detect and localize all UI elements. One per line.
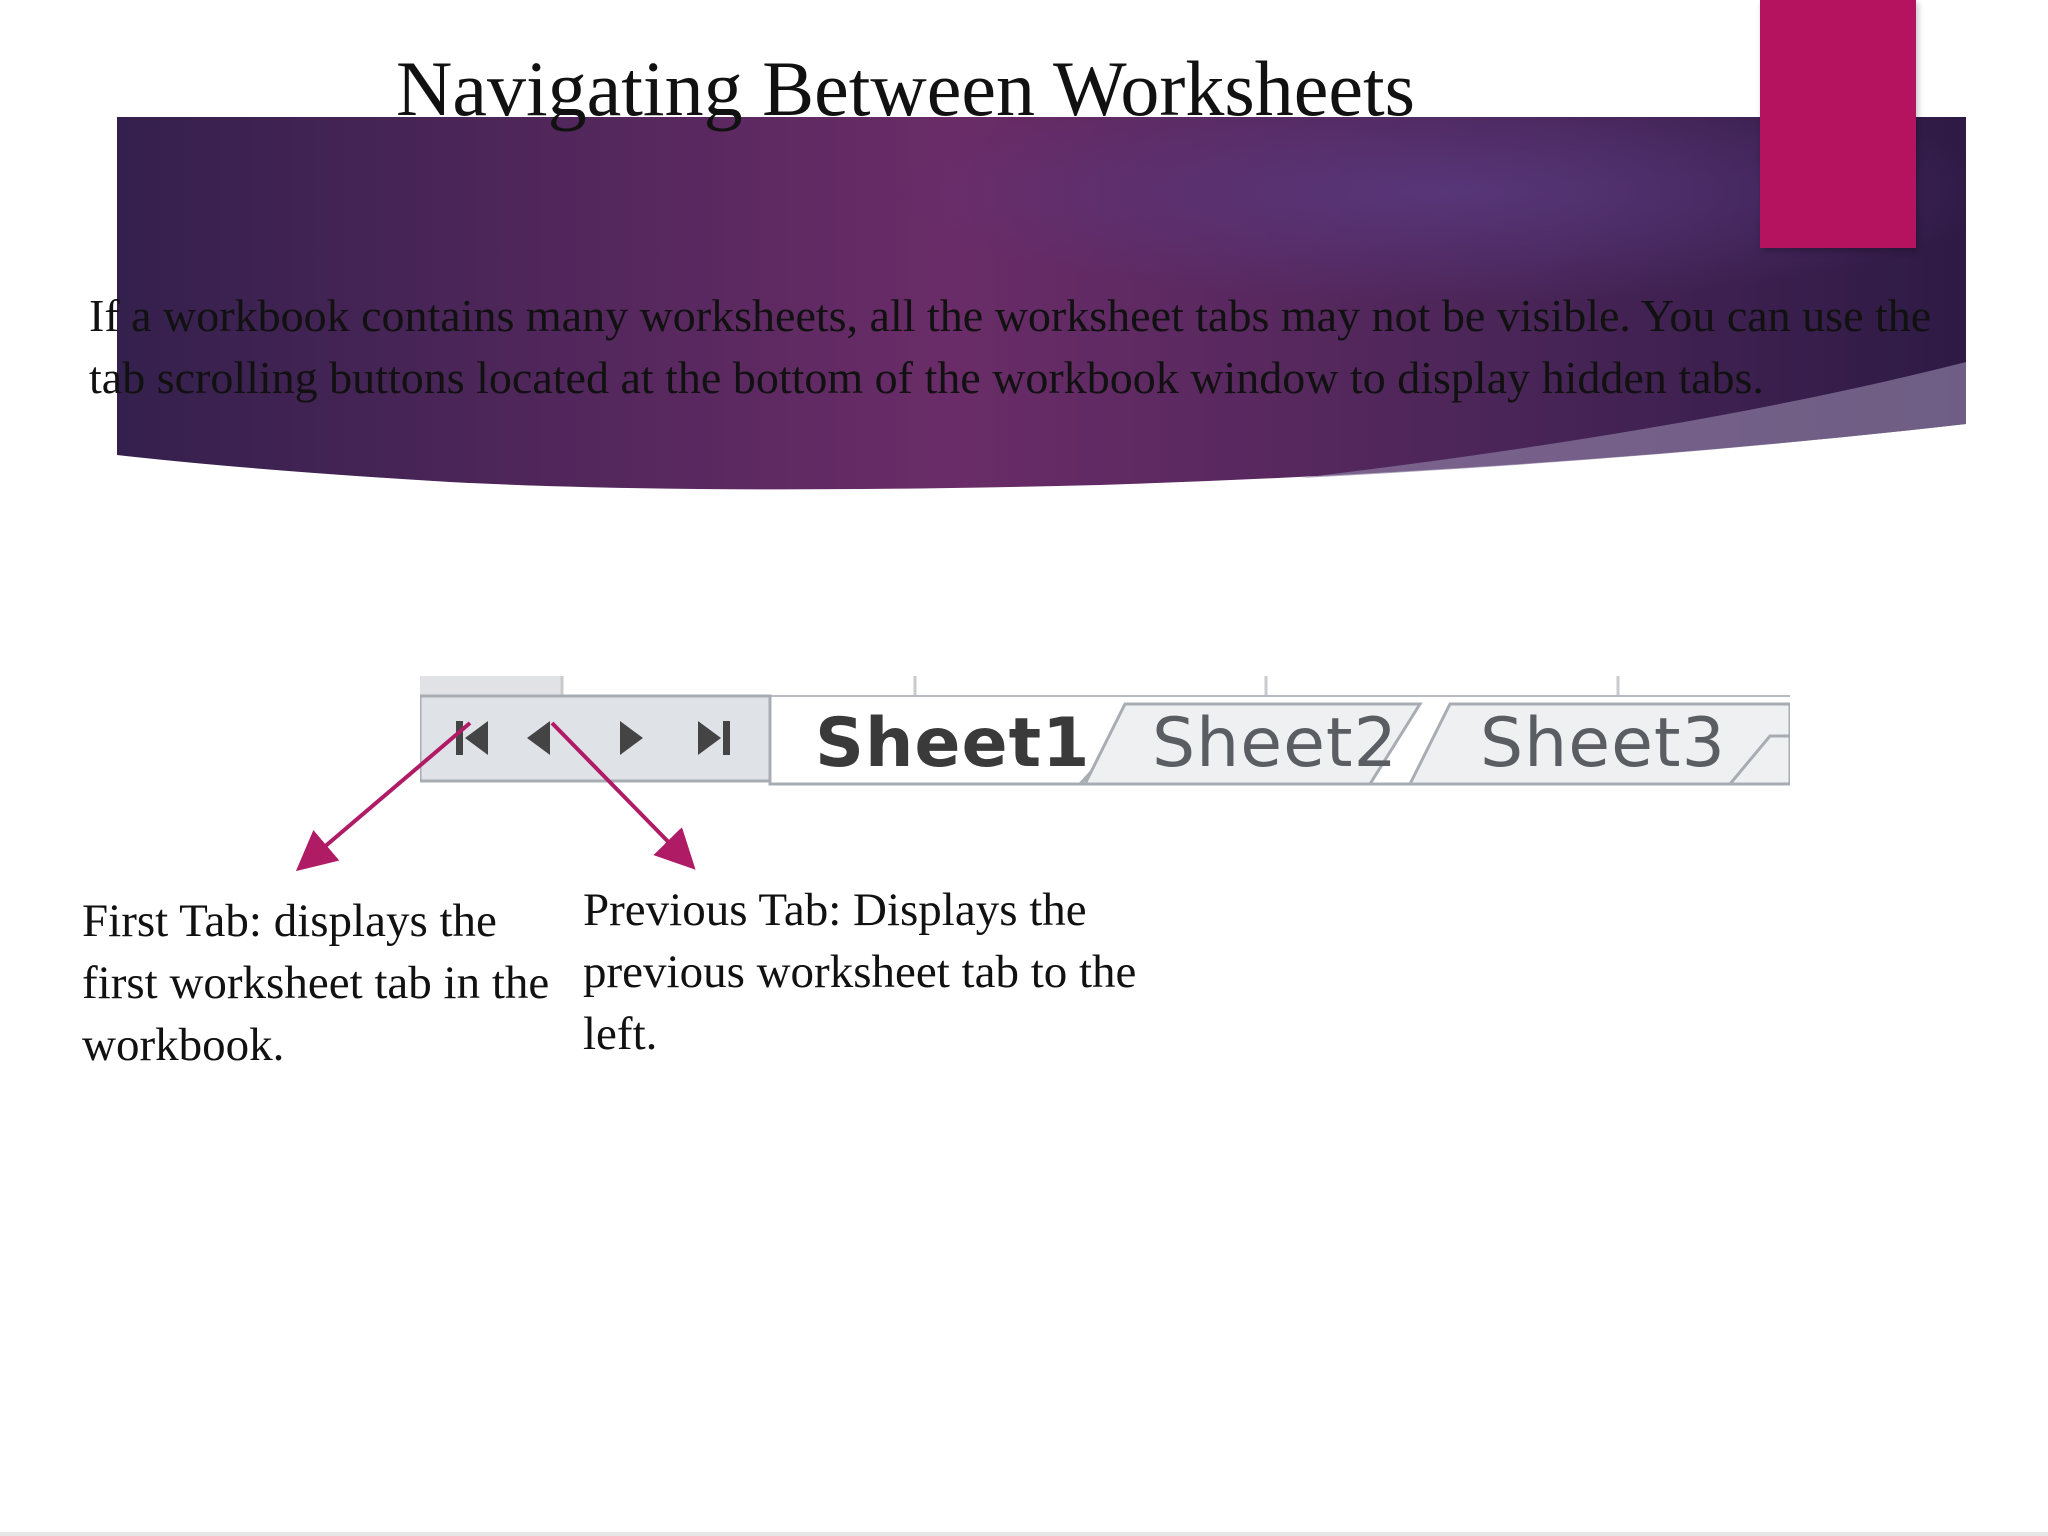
slide-title: Navigating Between Worksheets bbox=[396, 45, 1416, 132]
first-tab-annotation: First Tab: displays the first worksheet … bbox=[82, 895, 550, 1071]
tab-sheet3-label: Sheet3 bbox=[1480, 704, 1726, 783]
sheet-tab-bar: Sheet1 Sheet2 Sheet3 bbox=[420, 676, 1790, 786]
accent-bar bbox=[1760, 0, 1916, 248]
tab-sheet1[interactable]: Sheet1 bbox=[768, 700, 1112, 786]
bottom-divider bbox=[0, 1532, 2048, 1536]
tab-sheet2-label: Sheet2 bbox=[1152, 704, 1398, 783]
slide: Navigating Between Worksheets If a workb… bbox=[0, 0, 2048, 1536]
body-paragraph: If a workbook contains many worksheets, … bbox=[89, 290, 1932, 403]
scroll-buttons bbox=[420, 694, 772, 783]
previous-tab-annotation: Previous Tab: Displays the previous work… bbox=[583, 884, 1137, 1060]
tab-sheet2[interactable]: Sheet2 bbox=[1082, 702, 1423, 786]
tab-sheet1-label: Sheet1 bbox=[815, 704, 1090, 783]
tab-sheet3[interactable]: Sheet3 bbox=[1407, 702, 1790, 786]
